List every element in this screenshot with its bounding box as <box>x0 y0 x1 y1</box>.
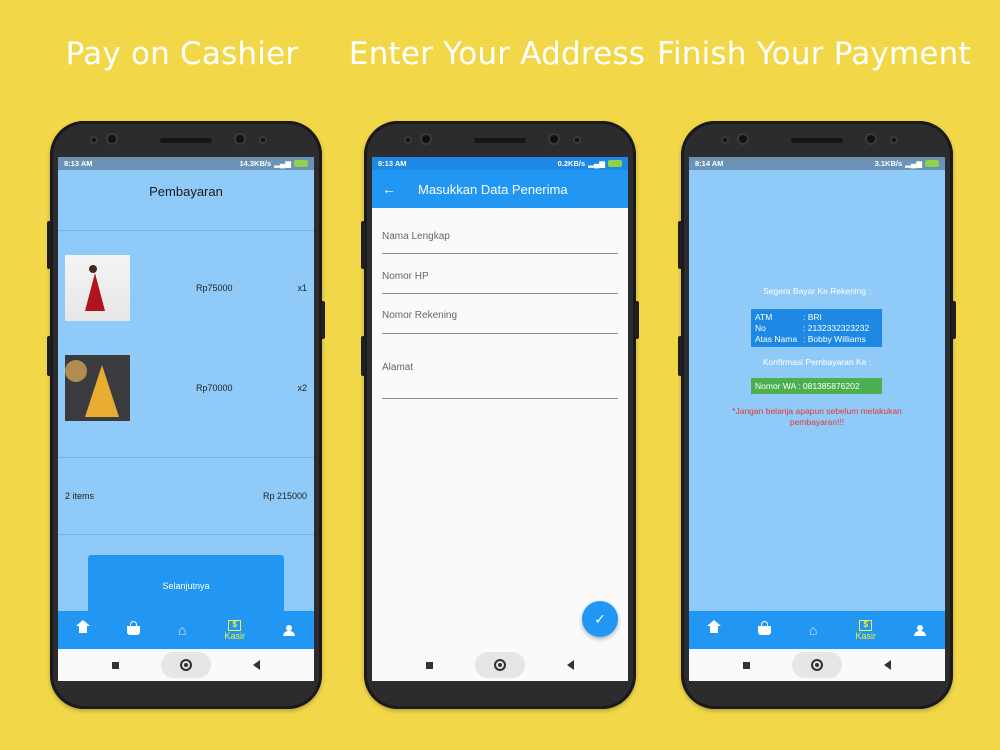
cart-list: Rp75000 x1 Rp70000 x2 <box>58 230 314 458</box>
bank-no-value: : 2132332323232 <box>803 323 870 333</box>
person-icon <box>282 624 295 636</box>
app-bar: ← Masukkan Data Penerima <box>372 170 628 208</box>
status-time: 8:13 AM <box>64 159 93 168</box>
status-speed: 0.2KB/s <box>557 159 586 168</box>
item-count: 2 items <box>65 491 95 501</box>
caption-finish-payment: Finish Your Payment <box>657 36 971 72</box>
basket-icon <box>758 620 771 635</box>
recent-apps-icon[interactable] <box>426 661 433 669</box>
status-time: 8:14 AM <box>695 159 724 168</box>
recent-apps-icon[interactable] <box>112 661 119 669</box>
signal-icon: ▂▄▆ <box>588 159 605 168</box>
status-bar: 8:14 AM 3.1KB/s ▂▄▆ <box>689 157 945 170</box>
home-icon <box>707 620 721 635</box>
back-icon[interactable] <box>567 660 574 670</box>
confirm-prompt: Konfirmasi Pembayaran Ke : <box>762 357 872 367</box>
back-icon[interactable] <box>253 660 260 670</box>
bank-atm-label: ATM <box>755 312 773 322</box>
whatsapp-number: Nomor WA : 081385876202 <box>751 378 882 394</box>
caption-enter-address: Enter Your Address <box>348 36 646 72</box>
item-qty: x2 <box>297 383 307 393</box>
full-name-field[interactable]: Nama Lengkap <box>382 231 618 254</box>
address-field[interactable]: Alamat <box>382 362 618 399</box>
account-number-field[interactable]: Nomor Rekening <box>382 310 618 334</box>
home-icon <box>76 620 90 635</box>
person-icon <box>913 624 926 636</box>
signal-icon: ▂▄▆ <box>274 159 291 168</box>
tab-kasir-label: Kasir <box>224 630 245 641</box>
home-button-icon[interactable] <box>475 652 525 678</box>
tab-profile[interactable] <box>913 624 926 636</box>
system-nav <box>372 649 628 681</box>
cart-item[interactable]: Rp75000 x1 <box>65 255 307 321</box>
page-title: Masukkan Data Penerima <box>418 181 568 197</box>
status-bar: 8:13 AM 0.2KB/s ▂▄▆ <box>372 157 628 170</box>
home-button-icon[interactable] <box>161 652 211 678</box>
next-button[interactable]: Selanjutnya <box>88 555 284 617</box>
signal-icon: ▂▄▆ <box>905 159 922 168</box>
item-price: Rp75000 <box>196 283 233 293</box>
screen-payment: 8:13 AM 14.3KB/s ▂▄▆ Pembayaran Rp75000 x… <box>58 157 314 681</box>
battery-icon <box>294 160 308 167</box>
tab-home[interactable] <box>707 620 721 635</box>
tab-kasir[interactable]: $ Kasir <box>855 619 876 641</box>
tab-kasir[interactable]: $ Kasir <box>224 619 245 641</box>
submit-check-button[interactable]: ✓ <box>582 601 618 637</box>
phone-2: 8:13 AM 0.2KB/s ▂▄▆ ← Masukkan Data Pener… <box>361 121 639 709</box>
home-button-icon[interactable] <box>792 652 842 678</box>
phone-1: 8:13 AM 14.3KB/s ▂▄▆ Pembayaran Rp75000 x… <box>47 121 325 709</box>
bank-no-label: No <box>755 323 766 333</box>
status-speed: 3.1KB/s <box>874 159 903 168</box>
phone-3: 8:14 AM 3.1KB/s ▂▄▆ Segera Bayar Ke Reken… <box>678 121 956 709</box>
tab-cart[interactable] <box>127 620 140 635</box>
dollar-icon: $ <box>859 619 873 631</box>
tab-cart[interactable] <box>758 620 771 635</box>
cart-summary: 2 items Rp 215000 <box>58 459 314 535</box>
bank-name-label: Atas Nama <box>755 334 798 344</box>
status-bar: 8:13 AM 14.3KB/s ▂▄▆ <box>58 157 314 170</box>
battery-icon <box>925 160 939 167</box>
status-time: 8:13 AM <box>378 159 407 168</box>
system-nav <box>58 649 314 681</box>
tab-home[interactable] <box>76 620 90 635</box>
back-icon[interactable] <box>884 660 891 670</box>
phone-field[interactable]: Nomor HP <box>382 271 618 294</box>
product-image-yellow-dress <box>65 355 130 421</box>
total-price: Rp 215000 <box>262 491 307 501</box>
bottom-nav: ⌂ $ Kasir <box>58 611 314 649</box>
caption-pay-on-cashier: Pay on Cashier <box>65 36 299 72</box>
system-nav <box>689 649 945 681</box>
screen-address: 8:13 AM 0.2KB/s ▂▄▆ ← Masukkan Data Pener… <box>372 157 628 681</box>
tab-profile[interactable] <box>282 624 295 636</box>
status-speed: 14.3KB/s <box>239 159 272 168</box>
tab-wardrobe[interactable]: ⌂ <box>178 622 187 638</box>
tab-wardrobe[interactable]: ⌂ <box>809 622 818 638</box>
bank-name-value: : Bobby Williams <box>803 334 866 344</box>
hanger-icon: ⌂ <box>178 622 187 638</box>
item-qty: x1 <box>297 283 307 293</box>
pay-prompt: Segera Bayar Ke Rekening : <box>763 286 871 296</box>
hanger-icon: ⌂ <box>809 622 818 638</box>
basket-icon <box>127 620 140 635</box>
bottom-nav: ⌂ $ Kasir <box>689 611 945 649</box>
battery-icon <box>608 160 622 167</box>
recent-apps-icon[interactable] <box>743 661 750 669</box>
bank-details: ATM : BRI No : 2132332323232 Atas Nama : Bo… <box>751 309 882 347</box>
check-icon: ✓ <box>594 610 606 627</box>
product-image-red-dress <box>65 255 130 321</box>
screen-finish-payment: 8:14 AM 3.1KB/s ▂▄▆ Segera Bayar Ke Reken… <box>689 157 945 681</box>
cart-item[interactable]: Rp70000 x2 <box>65 355 307 421</box>
page-title: Pembayaran <box>149 184 223 199</box>
tab-kasir-label: Kasir <box>855 630 876 641</box>
bank-atm-value: : BRI <box>803 312 822 322</box>
warning-text: *Jangan belanja apapun sebelum melakukan… <box>732 406 902 427</box>
dollar-icon: $ <box>228 619 242 631</box>
back-arrow-icon[interactable]: ← <box>372 181 406 197</box>
item-price: Rp70000 <box>196 383 233 393</box>
